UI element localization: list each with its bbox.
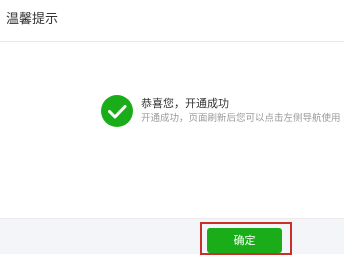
dialog: 温馨提示 恭喜您，开通成功 开通成功，页面刷新后您可以点击左侧导航使用 确定: [0, 0, 344, 255]
dialog-title: 温馨提示: [6, 12, 59, 27]
success-message-title: 恭喜您，开通成功: [141, 97, 229, 110]
confirm-button[interactable]: 确定: [207, 228, 282, 253]
dialog-footer: [0, 218, 344, 254]
dialog-header: 温馨提示: [0, 0, 344, 42]
success-message-description: 开通成功，页面刷新后您可以点击左侧导航使用: [141, 113, 341, 124]
check-circle-icon: [101, 95, 133, 127]
